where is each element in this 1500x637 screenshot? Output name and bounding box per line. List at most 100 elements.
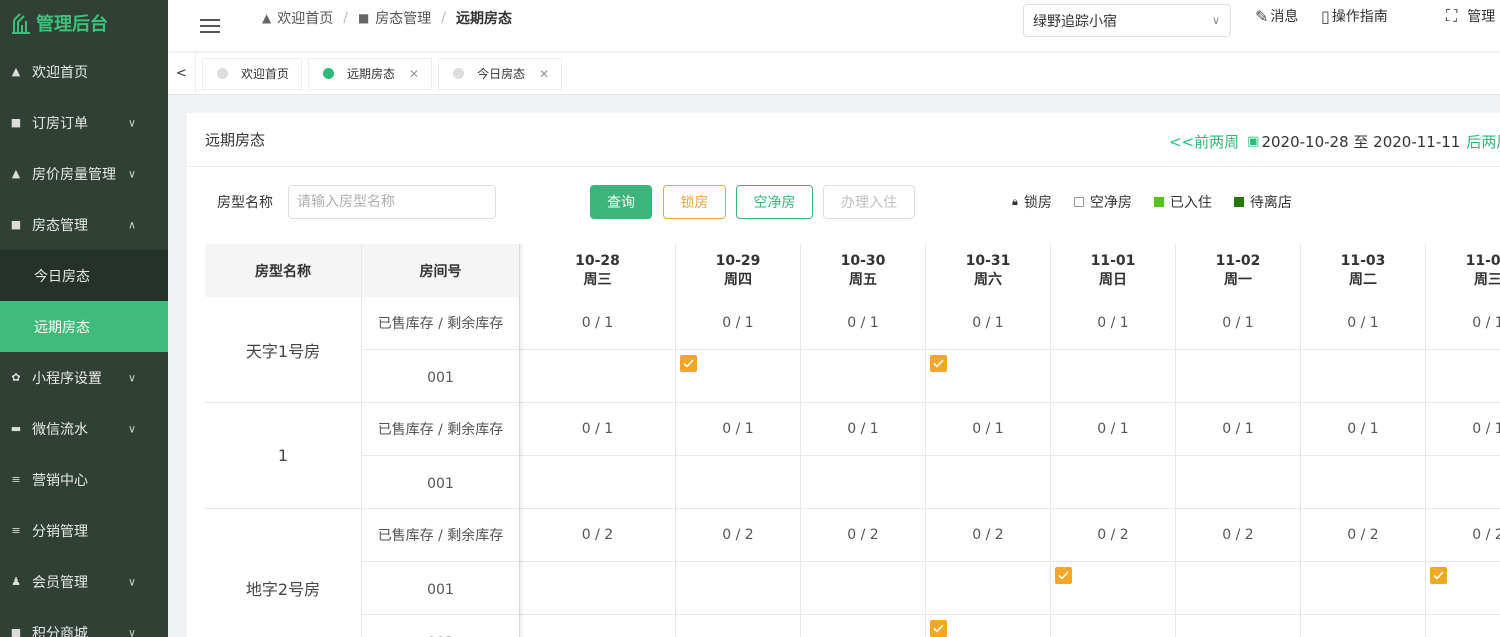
stock-cell[interactable]: 0 / 1 [1051, 403, 1176, 456]
sidebar-item-5[interactable]: ▬ 微信流水 ∨ [0, 403, 168, 454]
chevron-left-icon[interactable]: < [168, 52, 196, 95]
room-day-cell[interactable] [1301, 562, 1426, 615]
breadcrumb-item-room-status[interactable]: 房态管理 [375, 8, 431, 28]
room-day-cell[interactable] [1051, 615, 1176, 637]
guide-link[interactable]: ▯ 操作指南 [1321, 6, 1388, 26]
room-day-cell[interactable] [1426, 350, 1500, 403]
breadcrumb-item-home[interactable]: 欢迎首页 [277, 8, 333, 28]
room-number-cell[interactable]: 002 [362, 615, 520, 637]
room-day-cell[interactable] [1426, 615, 1500, 637]
stock-cell[interactable]: 0 / 1 [1301, 297, 1426, 350]
stock-cell[interactable]: 0 / 2 [520, 509, 676, 562]
room-day-cell[interactable] [676, 615, 801, 637]
checkbox-checked-icon[interactable] [1430, 567, 1447, 584]
room-day-cell[interactable] [801, 562, 926, 615]
stock-cell[interactable]: 0 / 2 [1426, 509, 1500, 562]
date-range[interactable]: 2020-10-28 至 2020-11-11 [1261, 131, 1460, 152]
room-day-cell[interactable] [1051, 456, 1176, 509]
checkbox-checked-icon[interactable] [930, 620, 947, 637]
stock-cell[interactable]: 0 / 1 [520, 297, 676, 350]
room-number-cell[interactable]: 001 [362, 350, 520, 403]
stock-cell[interactable]: 0 / 1 [926, 403, 1051, 456]
lock-room-button[interactable]: 锁房 [663, 185, 726, 219]
tab-0[interactable]: 欢迎首页 [202, 57, 303, 90]
room-day-cell[interactable] [926, 562, 1051, 615]
room-day-cell[interactable] [926, 615, 1051, 637]
room-day-cell[interactable] [926, 456, 1051, 509]
hamburger-menu-icon[interactable] [200, 18, 220, 33]
stock-cell[interactable]: 0 / 1 [520, 403, 676, 456]
checkbox-checked-icon[interactable] [930, 355, 947, 372]
room-day-cell[interactable] [520, 562, 676, 615]
checkbox-checked-icon[interactable] [1055, 567, 1072, 584]
room-day-cell[interactable] [1176, 615, 1301, 637]
stock-cell[interactable]: 0 / 1 [1176, 297, 1301, 350]
room-day-cell[interactable] [1301, 456, 1426, 509]
stock-cell[interactable]: 0 / 2 [1301, 509, 1426, 562]
clean-room-button[interactable]: 空净房 [736, 185, 813, 219]
messages-link[interactable]: ✎ 消息 [1255, 6, 1298, 26]
tab-2[interactable]: 今日房态 ✕ [438, 57, 563, 90]
stock-cell[interactable]: 0 / 1 [676, 297, 801, 350]
stock-cell[interactable]: 0 / 1 [1301, 403, 1426, 456]
room-day-cell[interactable] [1176, 456, 1301, 509]
sidebar-item-0[interactable]: ▲ 欢迎首页 [0, 46, 168, 97]
room-day-cell[interactable] [1176, 562, 1301, 615]
calendar-icon[interactable]: ▣ [1247, 134, 1259, 149]
stock-cell[interactable]: 0 / 1 [1176, 403, 1301, 456]
check-in-button[interactable]: 办理入住 [823, 185, 915, 219]
stock-cell[interactable]: 0 / 2 [801, 509, 926, 562]
stock-cell[interactable]: 0 / 1 [801, 403, 926, 456]
sidebar-subitem-0[interactable]: 今日房态 [0, 250, 168, 301]
room-day-cell[interactable] [801, 456, 926, 509]
room-day-cell[interactable] [520, 350, 676, 403]
hotel-select[interactable]: 绿野追踪小宿 ∨ [1023, 4, 1231, 37]
room-day-cell[interactable] [1301, 615, 1426, 637]
sidebar-item-2[interactable]: ▲ 房价房量管理 ∨ [0, 148, 168, 199]
room-day-cell[interactable] [1051, 350, 1176, 403]
sidebar-subitem-1[interactable]: 远期房态 [0, 301, 168, 352]
tab-1[interactable]: 远期房态 ✕ [308, 57, 433, 90]
sidebar-item-7[interactable]: ≡ 分销管理 [0, 505, 168, 556]
sidebar-item-6[interactable]: ≡ 营销中心 [0, 454, 168, 505]
close-icon[interactable]: ✕ [539, 67, 549, 81]
room-type-input[interactable] [288, 185, 496, 219]
stock-cell[interactable]: 0 / 1 [926, 297, 1051, 350]
room-number-cell[interactable]: 001 [362, 456, 520, 509]
stock-cell[interactable]: 0 / 1 [1426, 297, 1500, 350]
prev-weeks-link[interactable]: <<前两周 [1169, 131, 1239, 152]
room-day-cell[interactable] [1176, 350, 1301, 403]
room-day-cell[interactable] [1426, 562, 1500, 615]
checkbox-checked-icon[interactable] [680, 355, 697, 372]
stock-cell[interactable]: 0 / 2 [1176, 509, 1301, 562]
stock-cell[interactable]: 0 / 1 [801, 297, 926, 350]
room-day-cell[interactable] [520, 615, 676, 637]
room-number-cell[interactable]: 001 [362, 562, 520, 615]
sidebar-item-4[interactable]: ✿ 小程序设置 ∨ [0, 352, 168, 403]
room-day-cell[interactable] [520, 456, 676, 509]
room-day-cell[interactable] [1426, 456, 1500, 509]
sidebar-item-3[interactable]: ■ 房态管理 ∧ [0, 199, 168, 250]
stock-cell[interactable]: 0 / 2 [926, 509, 1051, 562]
admin-link[interactable]: ⛶ 管理 [1446, 6, 1495, 26]
close-icon[interactable]: ✕ [409, 67, 419, 81]
stock-cell[interactable]: 0 / 2 [1051, 509, 1176, 562]
sidebar-item-8[interactable]: ♟ 会员管理 ∨ [0, 556, 168, 607]
room-day-cell[interactable] [676, 456, 801, 509]
room-day-cell[interactable] [1051, 562, 1176, 615]
query-button[interactable]: 查询 [590, 185, 652, 219]
next-weeks-link[interactable]: 后两周 [1466, 131, 1500, 152]
sidebar-item-1[interactable]: ■ 订房订单 ∨ [0, 97, 168, 148]
room-day-cell[interactable] [801, 615, 926, 637]
room-day-cell[interactable] [1301, 350, 1426, 403]
stock-cell[interactable]: 0 / 2 [676, 509, 801, 562]
room-day-cell[interactable] [801, 350, 926, 403]
stock-cell[interactable]: 0 / 1 [676, 403, 801, 456]
sidebar-item-9[interactable]: ■ 积分商城 ∨ [0, 607, 168, 637]
stock-cell[interactable]: 0 / 1 [1051, 297, 1176, 350]
stock-cell[interactable]: 0 / 1 [1426, 403, 1500, 456]
room-day-cell[interactable] [926, 350, 1051, 403]
room-day-cell[interactable] [676, 350, 801, 403]
app-logo[interactable]: 管理后台 [0, 0, 168, 46]
room-day-cell[interactable] [676, 562, 801, 615]
